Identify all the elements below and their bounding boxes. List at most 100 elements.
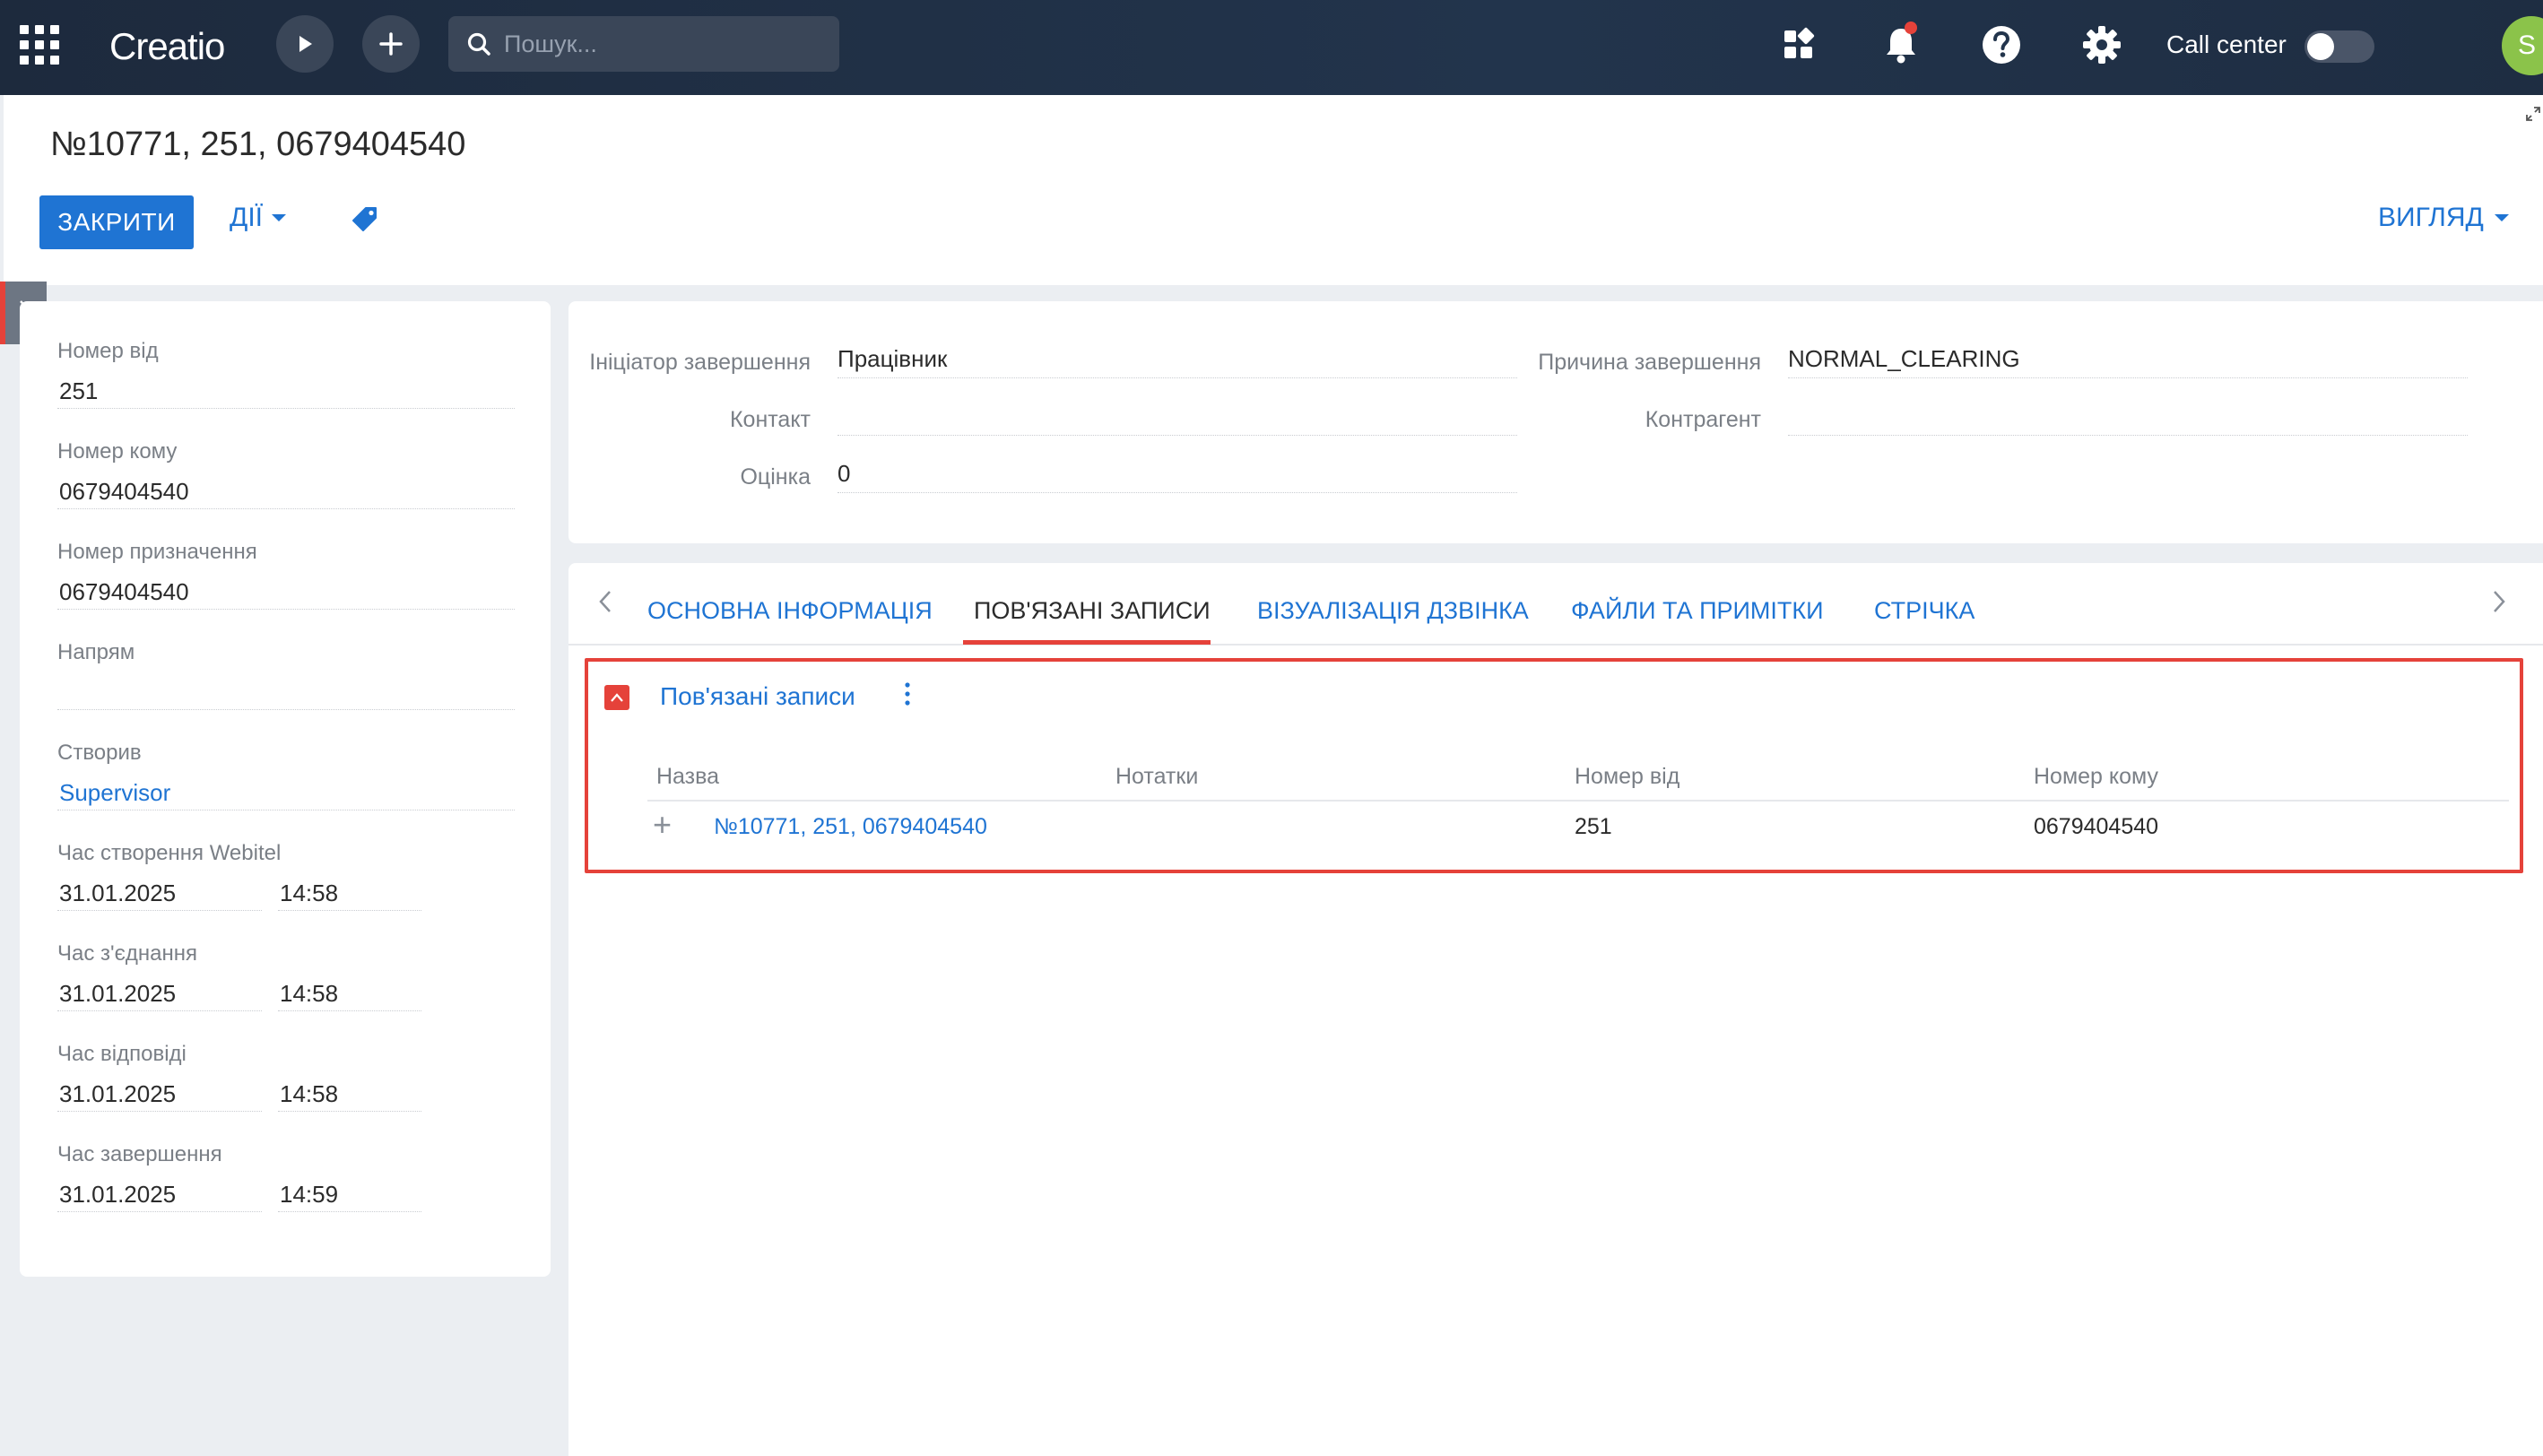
tabs-panel: ОСНОВНА ІНФОРМАЦІЯ ПОВ'ЯЗАНІ ЗАПИСИ ВІЗУ… (568, 563, 2543, 1456)
column-header-number-from[interactable]: Номер від (1575, 762, 1679, 791)
rating-value[interactable]: 0 (838, 457, 1517, 493)
number-from-value[interactable]: 251 (57, 377, 515, 409)
tab-files-notes[interactable]: ФАЙЛИ ТА ПРИМІТКИ (1571, 595, 1824, 626)
end-time-value[interactable]: 14:59 (278, 1180, 421, 1212)
related-records-detail: Пов'язані записи Назва Нотатки Номер від… (585, 658, 2523, 873)
field-number-from: Номер від 251 (57, 337, 515, 409)
field-destination: Номер призначення 0679404540 (57, 538, 515, 610)
detail-title[interactable]: Пов'язані записи (660, 680, 855, 714)
field-label: Час відповіді (57, 1042, 187, 1066)
field-initiator: Ініціатор завершення Працівник (568, 342, 1517, 378)
connect-date-value[interactable]: 31.01.2025 (57, 979, 262, 1011)
table-header: Назва Нотатки Номер від Номер кому (647, 760, 2509, 802)
field-number-to: Номер кому 0679404540 (57, 438, 515, 509)
field-created-by: Створив Supervisor (57, 739, 515, 810)
search-box[interactable] (448, 16, 839, 72)
end-reason-value[interactable]: NORMAL_CLEARING (1788, 342, 2468, 378)
search-input[interactable] (504, 30, 827, 58)
tag-button[interactable] (350, 204, 380, 239)
created-date-value[interactable]: 31.01.2025 (57, 879, 262, 911)
chevron-down-icon (272, 214, 286, 221)
field-label: Контакт (729, 407, 811, 432)
tabs-scroll-left[interactable] (597, 588, 613, 623)
chevron-down-icon (2494, 214, 2509, 221)
number-to-value[interactable]: 0679404540 (57, 477, 515, 509)
add-button[interactable] (362, 15, 420, 73)
left-profile-panel: Номер від 251 Номер кому 0679404540 Номе… (20, 301, 551, 1277)
field-label: Номер кому (57, 439, 178, 464)
column-header-name[interactable]: Назва (656, 762, 719, 791)
dashboard-button[interactable] (1774, 20, 1824, 70)
settings-button[interactable] (2077, 20, 2127, 70)
field-label: Час завершення (57, 1142, 222, 1166)
field-label: Час з'єднання (57, 941, 197, 966)
created-time-value[interactable]: 14:58 (278, 879, 421, 911)
close-button[interactable]: ЗАКРИТИ (39, 195, 194, 249)
initiator-value[interactable]: Працівник (838, 342, 1517, 378)
active-tab-indicator (963, 640, 1211, 645)
tabs-scroll-right[interactable] (2491, 588, 2507, 623)
row-number-from: 251 (1575, 814, 1612, 839)
field-label: Створив (57, 741, 142, 765)
call-info-panel: Ініціатор завершення Працівник Причина з… (568, 301, 2543, 543)
counterparty-value[interactable] (1788, 400, 2468, 436)
page-title: №10771, 251, 0679404540 (50, 126, 466, 163)
search-icon (467, 32, 490, 56)
plus-icon (379, 32, 403, 56)
contact-value[interactable] (838, 400, 1517, 436)
avatar-initial: S (2518, 30, 2537, 60)
run-process-button[interactable] (276, 15, 334, 73)
chevron-left-icon (599, 591, 611, 612)
field-rating: Оцінка 0 (568, 457, 1517, 493)
app-logo[interactable]: Creatio (109, 22, 225, 72)
end-date-value[interactable]: 31.01.2025 (57, 1180, 262, 1212)
field-answer-time: Час відповіді 31.01.2025 14:58 (57, 1040, 421, 1112)
created-by-link[interactable]: Supervisor (57, 778, 515, 810)
field-label: Причина завершення (1538, 350, 1761, 375)
detail-menu-button[interactable] (904, 681, 911, 714)
destination-value[interactable]: 0679404540 (57, 577, 515, 610)
help-button[interactable] (1976, 20, 2027, 70)
chevron-right-icon (2494, 591, 2505, 612)
notifications-button[interactable] (1876, 20, 1926, 70)
page-header: №10771, 251, 0679404540 ЗАКРИТИ ДІЇ ВИГЛ… (4, 95, 2543, 285)
tabs-bar: ОСНОВНА ІНФОРМАЦІЯ ПОВ'ЯЗАНІ ЗАПИСИ ВІЗУ… (568, 563, 2543, 646)
tab-call-visualization[interactable]: ВІЗУАЛІЗАЦІЯ ДЗВІНКА (1257, 595, 1529, 626)
row-name-link[interactable]: №10771, 251, 0679404540 (714, 812, 987, 841)
field-label: Оцінка (740, 464, 811, 490)
view-dropdown[interactable]: ВИГЛЯД (2378, 203, 2509, 233)
field-connect-time: Час з'єднання 31.01.2025 14:58 (57, 940, 421, 1011)
help-icon (1983, 26, 2020, 64)
apps-grid-icon[interactable] (20, 25, 59, 65)
tab-feed[interactable]: СТРІЧКА (1874, 595, 1975, 626)
top-bar: Creatio Пошук... Call center S (0, 0, 2543, 95)
more-vertical-icon (905, 682, 910, 706)
field-label: Ініціатор завершення (589, 350, 811, 375)
tag-icon (352, 207, 377, 231)
connect-time-value[interactable]: 14:58 (278, 979, 421, 1011)
field-label: Номер призначення (57, 540, 257, 564)
column-header-number-to[interactable]: Номер кому (2034, 762, 2158, 791)
actions-dropdown[interactable]: ДІЇ (230, 203, 286, 233)
field-label: Контрагент (1645, 407, 1761, 432)
collapse-detail-button[interactable] (604, 685, 629, 710)
call-center-toggle[interactable] (2304, 30, 2374, 63)
expand-icon[interactable] (2525, 106, 2541, 127)
table-row[interactable]: + №10771, 251, 0679404540 251 0679404540 (647, 807, 2509, 848)
field-contact: Контакт (568, 400, 1517, 436)
tab-related-records[interactable]: ПОВ'ЯЗАНІ ЗАПИСИ (974, 595, 1211, 626)
field-end-time: Час завершення 31.01.2025 14:59 (57, 1140, 421, 1212)
expand-row-icon[interactable]: + (653, 807, 672, 843)
gear-icon (2083, 26, 2121, 64)
chevron-up-icon (611, 693, 623, 702)
answer-date-value[interactable]: 31.01.2025 (57, 1079, 262, 1112)
fullscreen-icon (2526, 107, 2540, 121)
row-number-to: 0679404540 (2034, 814, 2159, 839)
tab-main-info[interactable]: ОСНОВНА ІНФОРМАЦІЯ (647, 595, 933, 626)
column-header-notes[interactable]: Нотатки (1115, 762, 1198, 791)
avatar[interactable]: S (2502, 16, 2543, 75)
direction-value[interactable] (57, 678, 515, 710)
answer-time-value[interactable]: 14:58 (278, 1079, 421, 1112)
field-created-time: Час створення Webitel 31.01.2025 14:58 (57, 839, 421, 911)
field-label: Напрям (57, 640, 135, 664)
